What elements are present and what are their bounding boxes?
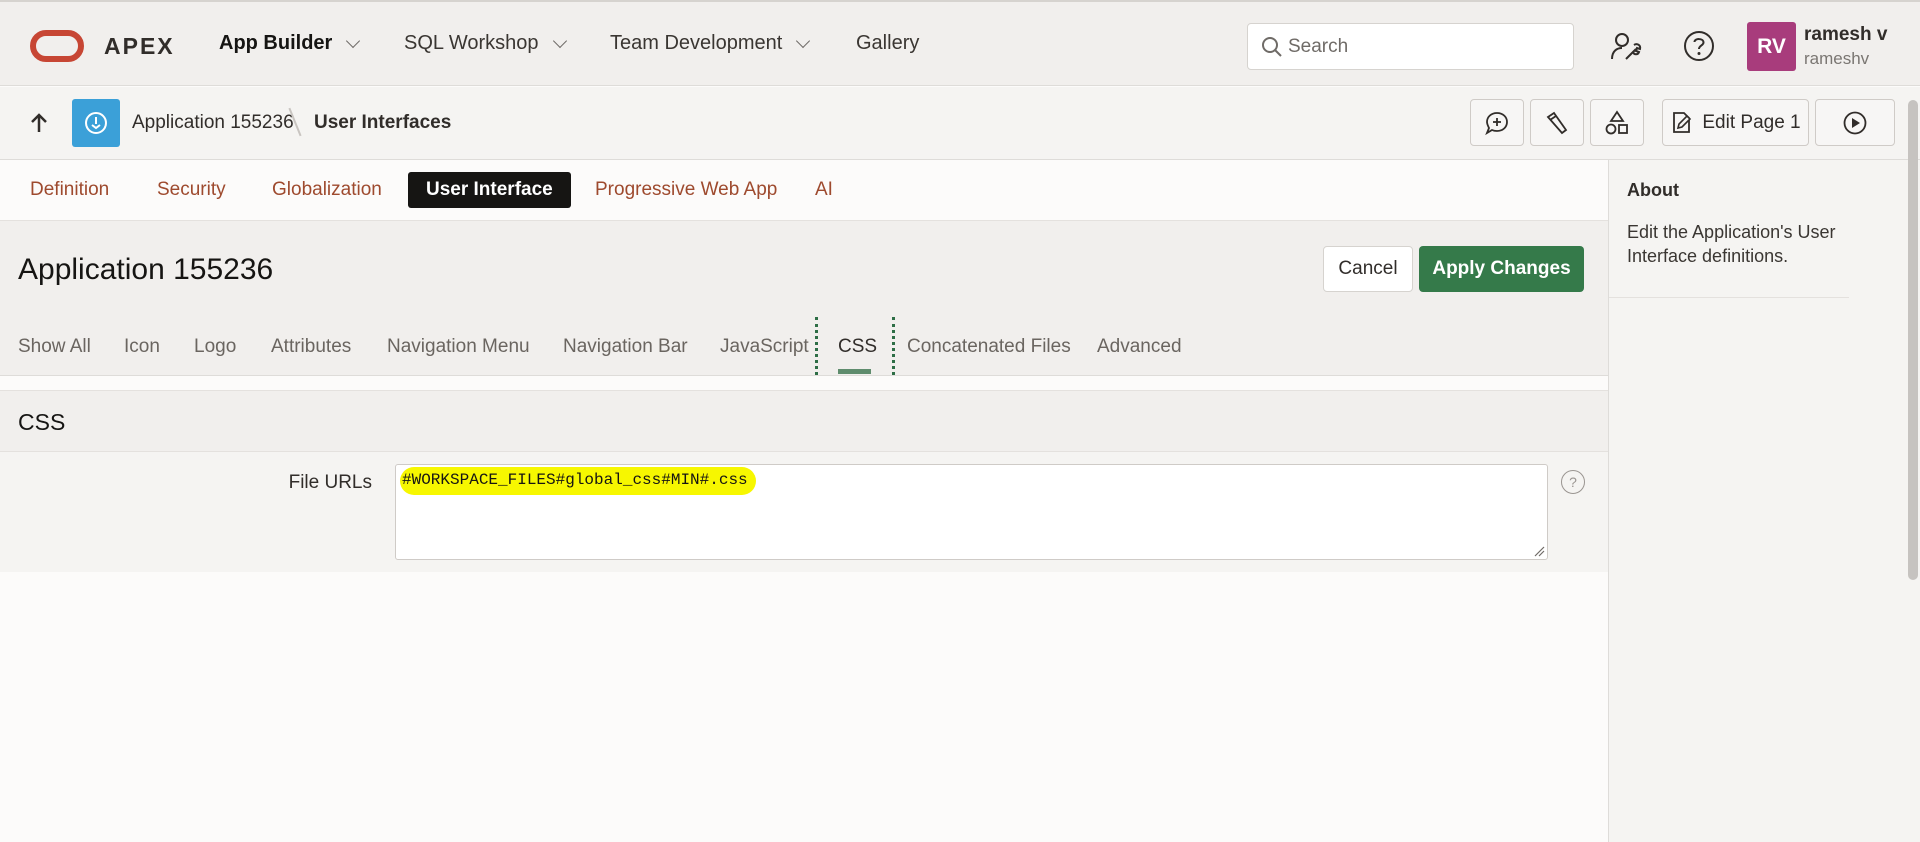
tab-definition[interactable]: Definition [12, 172, 127, 208]
edit-page-label: Edit Page 1 [1702, 111, 1801, 133]
user-id: rameshv [1804, 49, 1870, 68]
up-arrow-icon[interactable] [26, 110, 52, 136]
nav-app-builder[interactable]: App Builder [219, 32, 361, 55]
tab-user-interface[interactable]: User Interface [408, 172, 571, 208]
run-application-button[interactable] [1815, 99, 1895, 146]
avatar[interactable]: RV [1747, 22, 1796, 71]
top-header: APEX App Builder SQL Workshop Team Devel… [0, 0, 1920, 86]
focus-indicator-left [815, 317, 818, 375]
file-urls-textarea[interactable]: #WORKSPACE_FILES#global_css#MIN#.css [395, 464, 1548, 560]
nav-team-development[interactable]: Team Development [610, 32, 811, 55]
comment-add-icon [1485, 111, 1508, 135]
chevron-down-icon [346, 33, 361, 48]
nav-label: App Builder [219, 32, 333, 54]
subtab-attributes[interactable]: Attributes [271, 336, 351, 358]
shapes-icon [1605, 109, 1628, 134]
about-panel: About Edit the Application's User Interf… [1608, 160, 1920, 842]
page-header: Application 155236 Cancel Apply Changes … [0, 221, 1608, 376]
play-icon [1843, 111, 1867, 134]
subtab-navigation-menu[interactable]: Navigation Menu [387, 336, 530, 358]
subtab-concatenated-files[interactable]: Concatenated Files [907, 336, 1071, 358]
administration-icon[interactable] [1606, 26, 1646, 66]
cancel-button[interactable]: Cancel [1323, 246, 1413, 292]
about-title: About [1627, 180, 1679, 200]
tab-ai[interactable]: AI [797, 172, 851, 208]
css-region: CSS File URLs #WORKSPACE_FILES#global_cs… [0, 390, 1608, 572]
active-subtab-indicator [838, 369, 871, 374]
comment-button[interactable] [1470, 99, 1524, 146]
breadcrumb-bar: Application 155236 User Interfaces Edit … [0, 87, 1920, 160]
focus-indicator-right [892, 317, 895, 375]
utilities-button[interactable] [1530, 99, 1584, 146]
resize-handle-icon[interactable] [1533, 545, 1545, 557]
search-box[interactable] [1247, 23, 1574, 70]
about-divider [1609, 297, 1849, 298]
tab-security[interactable]: Security [139, 172, 244, 208]
file-urls-value[interactable]: #WORKSPACE_FILES#global_css#MIN#.css [400, 467, 756, 495]
subtab-show-all[interactable]: Show All [18, 336, 91, 358]
search-input[interactable] [1288, 32, 1558, 62]
subtab-javascript[interactable]: JavaScript [720, 336, 809, 358]
field-help-icon[interactable]: ? [1561, 470, 1585, 494]
chevron-down-icon [796, 33, 811, 48]
edit-page-button[interactable]: Edit Page 1 [1662, 99, 1809, 146]
subtab-css[interactable]: CSS [838, 336, 877, 358]
region-title: CSS [18, 409, 66, 435]
page-title: Application 155236 [18, 253, 274, 286]
subtab-advanced[interactable]: Advanced [1097, 336, 1182, 358]
nav-label: Team Development [610, 32, 783, 54]
tab-globalization[interactable]: Globalization [254, 172, 400, 208]
tab-progressive-web-app[interactable]: Progressive Web App [577, 172, 795, 208]
edit-page-icon [1673, 111, 1692, 133]
chevron-down-icon [552, 33, 567, 48]
nav-label: SQL Workshop [404, 32, 539, 54]
nav-label: Gallery [856, 32, 920, 54]
nav-sql-workshop[interactable]: SQL Workshop [404, 32, 567, 55]
breadcrumb-current: User Interfaces [314, 112, 452, 133]
shared-components-button[interactable] [1590, 99, 1644, 146]
search-icon [1262, 37, 1282, 57]
subtab-icon[interactable]: Icon [124, 336, 160, 358]
apply-changes-button[interactable]: Apply Changes [1419, 246, 1584, 292]
file-urls-label: File URLs [288, 472, 372, 493]
about-text: Edit the Application's User Interface de… [1627, 222, 1836, 266]
region-body: File URLs #WORKSPACE_FILES#global_css#MI… [0, 451, 1608, 572]
subtab-logo[interactable]: Logo [194, 336, 236, 358]
page-scrollbar[interactable] [1908, 100, 1918, 580]
breadcrumb-application[interactable]: Application 155236 [132, 112, 294, 134]
user-name[interactable]: ramesh v [1804, 24, 1887, 46]
application-icon[interactable] [72, 99, 120, 147]
help-icon[interactable] [1679, 26, 1719, 66]
main-tabs: Definition Security Globalization User I… [0, 160, 1608, 221]
flashlight-icon [1546, 111, 1568, 134]
oracle-logo-icon[interactable] [30, 30, 84, 62]
subtab-navigation-bar[interactable]: Navigation Bar [563, 336, 688, 358]
apex-brand[interactable]: APEX [104, 33, 175, 60]
nav-gallery[interactable]: Gallery [856, 32, 919, 55]
